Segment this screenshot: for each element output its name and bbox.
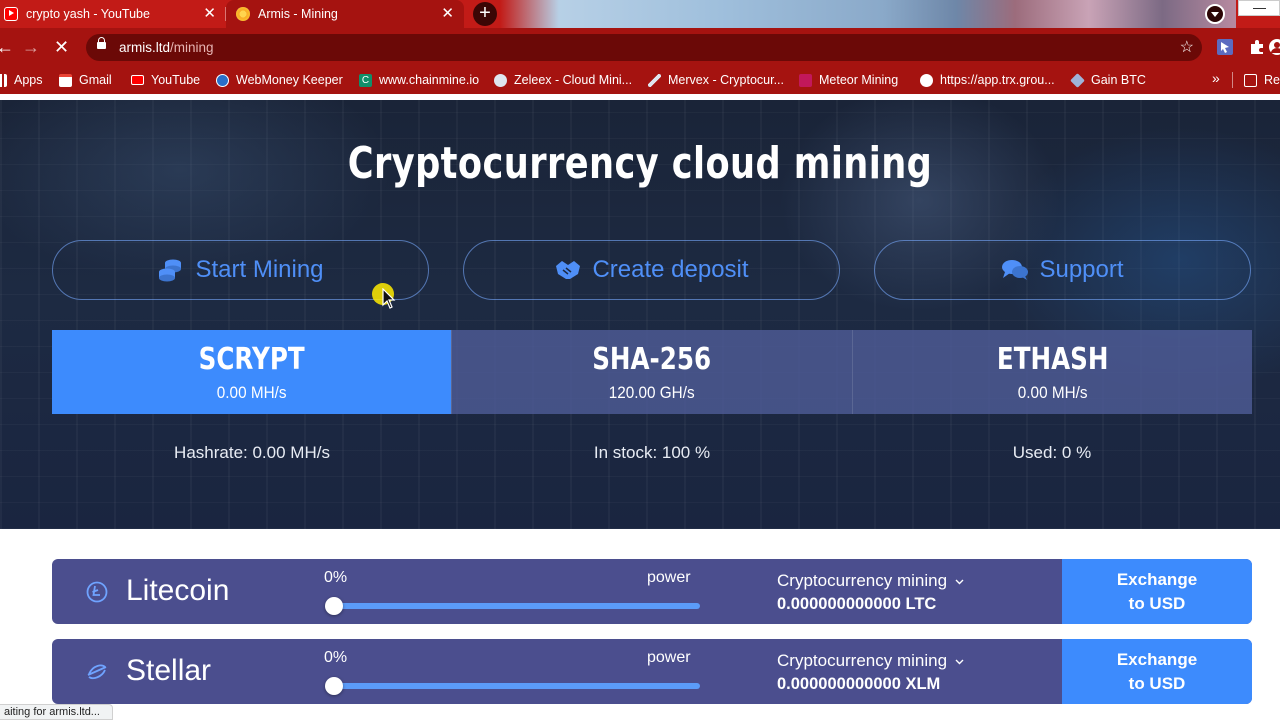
litecoin-icon xyxy=(86,581,108,603)
chat-icon xyxy=(1002,260,1029,280)
coin-name: Stellar xyxy=(126,654,212,687)
algorithm-rate: 120.00 GH/s xyxy=(609,383,695,402)
stop-loading-icon[interactable]: ✕ xyxy=(54,28,69,66)
used-stat: Used: 0 % xyxy=(1012,443,1092,462)
bookmark-youtube[interactable]: YouTube xyxy=(131,72,200,88)
power-slider-track[interactable] xyxy=(334,603,700,609)
hashrate-stat: Hashrate: 0.00 MH/s xyxy=(174,443,330,462)
forward-arrow-icon[interactable]: → xyxy=(22,28,40,66)
youtube-icon xyxy=(131,75,144,85)
coins-icon xyxy=(159,259,182,282)
mouse-pointer-icon xyxy=(382,288,396,309)
mining-amount: 0.000000000000 XLM xyxy=(777,675,941,693)
profile-avatar[interactable] xyxy=(1268,38,1280,56)
start-mining-label: Start Mining xyxy=(195,256,324,283)
bookmarks-separator xyxy=(1232,72,1233,88)
globe-icon xyxy=(920,73,933,87)
algorithm-name: SCRYPT xyxy=(198,342,305,377)
power-label: power xyxy=(647,569,691,586)
coin-row-stellar: Stellar 0% power Cryptocurrency mining 0… xyxy=(52,639,1252,704)
chevron-down-icon xyxy=(955,579,964,584)
mining-period-dropdown[interactable]: Cryptocurrency mining xyxy=(777,651,964,671)
close-tab-icon[interactable]: ✕ xyxy=(441,6,454,21)
chainmine-icon: C xyxy=(359,73,372,87)
armis-favicon xyxy=(236,7,250,21)
power-slider-track[interactable] xyxy=(334,683,700,689)
tab-sha-256[interactable]: SHA-256 120.00 GH/s xyxy=(451,330,852,414)
zeleex-icon xyxy=(494,73,507,87)
reading-list-button[interactable]: Re xyxy=(1244,72,1280,88)
handshake-icon xyxy=(556,261,581,279)
status-bar: aiting for armis.ltd... xyxy=(0,704,113,720)
tab-search-button[interactable] xyxy=(1205,4,1225,24)
youtube-icon xyxy=(4,7,18,21)
url-text[interactable]: armis.ltd/mining xyxy=(119,40,214,55)
tabstrip-background-image xyxy=(500,0,1236,28)
bookmark-zeleex[interactable]: Zeleex - Cloud Mini... xyxy=(494,72,632,88)
algorithm-name: ETHASH xyxy=(996,342,1109,377)
create-deposit-label: Create deposit xyxy=(592,256,749,283)
in-stock-stat: In stock: 100 % xyxy=(593,443,711,462)
bookmark-chainmine[interactable]: C www.chainmine.io xyxy=(359,72,479,88)
support-label: Support xyxy=(1039,256,1124,283)
tab-youtube[interactable]: crypto yash - YouTube ✕ xyxy=(0,0,226,28)
algorithm-rate: 0.00 MH/s xyxy=(1017,383,1088,402)
bookmark-apps[interactable]: Apps xyxy=(0,72,43,88)
exchange-to-usd-button[interactable]: Exchange to USD xyxy=(1062,639,1252,704)
support-button[interactable]: Support xyxy=(874,240,1251,300)
navigation-bar: ← → ✕ armis.ltd/mining ☆ xyxy=(0,28,1280,66)
minimize-button[interactable] xyxy=(1238,0,1280,16)
tab-title: Armis - Mining xyxy=(258,7,338,21)
lock-icon xyxy=(97,37,106,49)
tab-scrypt[interactable]: SCRYPT 0.00 MH/s xyxy=(52,330,452,414)
close-tab-icon[interactable]: ✕ xyxy=(203,6,216,21)
meteor-icon xyxy=(799,73,812,87)
bookmark-webmoney[interactable]: WebMoney Keeper xyxy=(216,72,343,88)
algorithm-name: SHA-256 xyxy=(592,342,712,377)
bookmark-meteor[interactable]: Meteor Mining xyxy=(799,72,898,88)
tab-ethash[interactable]: ETHASH 0.00 MH/s xyxy=(851,330,1252,414)
algorithm-rate: 0.00 MH/s xyxy=(216,383,287,402)
address-bar[interactable]: armis.ltd/mining ☆ xyxy=(86,34,1202,61)
reading-list-icon xyxy=(1244,73,1257,87)
bookmark-mervex[interactable]: Mervex - Cryptocur... xyxy=(648,72,784,88)
coin-name: Litecoin xyxy=(126,574,230,607)
webmoney-icon xyxy=(216,73,229,87)
power-percent: 0% xyxy=(324,649,348,666)
coin-row-litecoin: Litecoin 0% power Cryptocurrency mining … xyxy=(52,559,1252,624)
cursor-extension-icon[interactable] xyxy=(1216,38,1234,56)
create-deposit-button[interactable]: Create deposit xyxy=(463,240,840,300)
bookmark-gmail[interactable]: Gmail xyxy=(59,72,112,88)
algorithm-tabs: SCRYPT 0.00 MH/s SHA-256 120.00 GH/s ETH… xyxy=(52,330,1252,414)
gainbtc-icon xyxy=(1070,72,1085,88)
new-tab-button[interactable]: + xyxy=(473,2,497,26)
mervex-icon xyxy=(648,73,661,87)
mining-amount: 0.000000000000 LTC xyxy=(777,595,937,613)
page-title: Cryptocurrency cloud mining xyxy=(347,138,933,189)
gmail-icon xyxy=(59,73,72,87)
apps-icon xyxy=(0,73,7,87)
back-arrow-icon[interactable]: ← xyxy=(0,28,14,66)
power-percent: 0% xyxy=(324,569,348,586)
bookmark-gainbtc[interactable]: Gain BTC xyxy=(1070,72,1146,88)
extensions-puzzle-icon[interactable] xyxy=(1248,38,1266,56)
bookmarks-bar: Apps Gmail YouTube WebMoney Keeper C www… xyxy=(0,66,1280,94)
tab-strip: crypto yash - YouTube ✕ Armis - Mining ✕… xyxy=(0,0,1280,28)
tab-title: crypto yash - YouTube xyxy=(26,7,150,21)
bookmark-star-icon[interactable]: ☆ xyxy=(1180,37,1194,57)
power-slider-handle[interactable] xyxy=(325,677,343,695)
chevron-down-icon xyxy=(955,659,964,664)
stellar-icon xyxy=(87,664,107,680)
power-label: power xyxy=(647,649,691,666)
bookmark-trx[interactable]: https://app.trx.grou... xyxy=(920,72,1055,88)
bookmarks-overflow-button[interactable]: » xyxy=(1212,70,1220,86)
hero-section: Cryptocurrency cloud mining Start Mining… xyxy=(0,100,1280,529)
mining-period-dropdown[interactable]: Cryptocurrency mining xyxy=(777,571,964,591)
exchange-to-usd-button[interactable]: Exchange to USD xyxy=(1062,559,1252,624)
tab-armis[interactable]: Armis - Mining ✕ xyxy=(226,0,464,28)
power-slider-handle[interactable] xyxy=(325,597,343,615)
